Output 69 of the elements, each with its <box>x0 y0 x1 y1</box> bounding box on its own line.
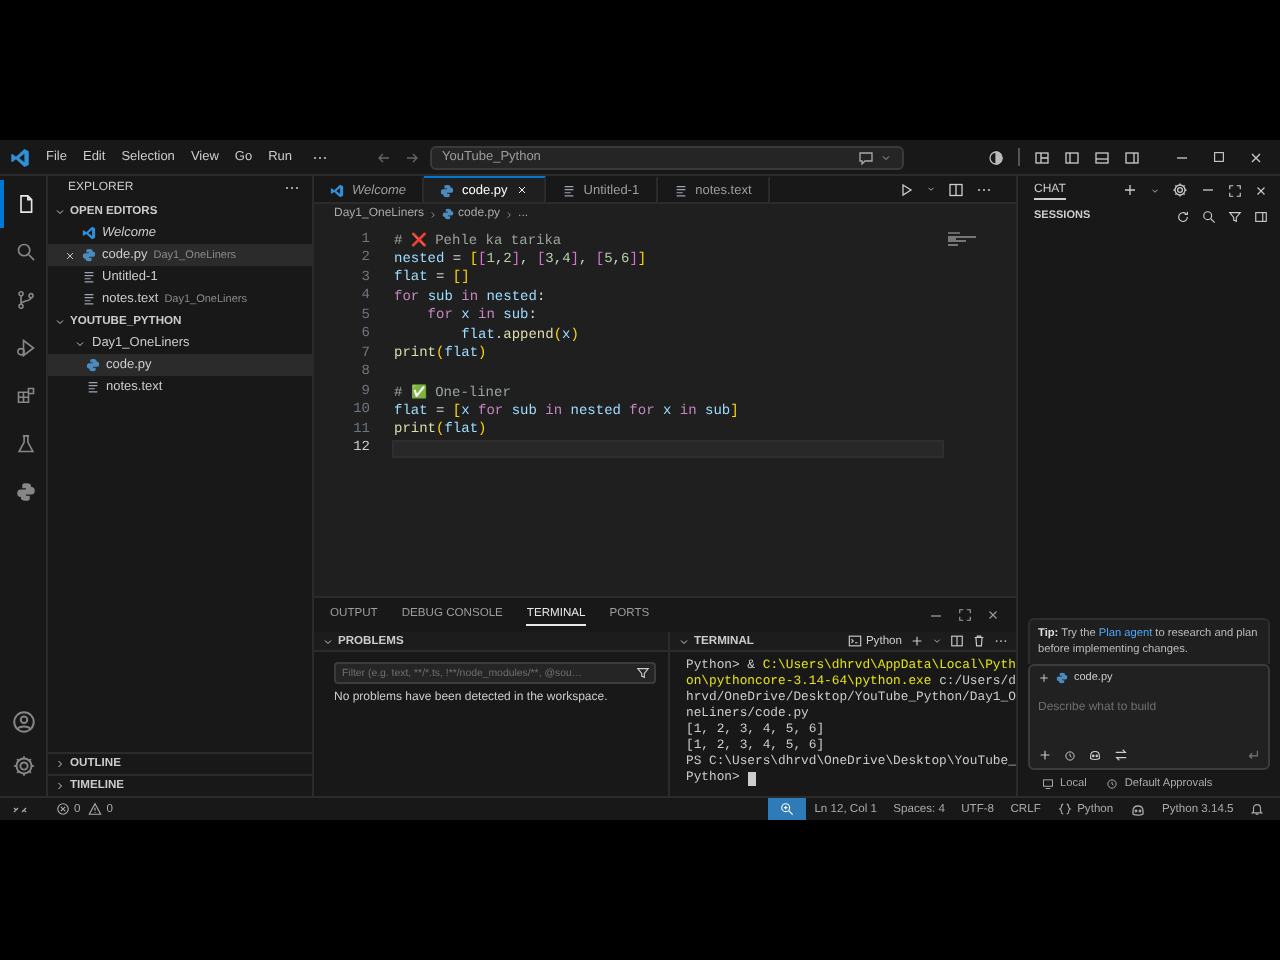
python-file-icon <box>442 208 455 220</box>
robot-icon[interactable] <box>1129 801 1146 817</box>
text-file-icon <box>673 183 688 197</box>
monitor-icon <box>1042 778 1054 790</box>
braces-icon <box>1057 802 1072 816</box>
python-file-icon <box>86 358 100 372</box>
trash-icon[interactable] <box>972 634 986 648</box>
zoom-icon <box>780 802 794 816</box>
text-file-icon <box>561 183 576 197</box>
bell-icon[interactable] <box>1249 802 1264 816</box>
chevron-down-icon[interactable] <box>926 184 936 194</box>
refresh-icon[interactable] <box>1176 209 1190 223</box>
plus-icon[interactable] <box>1038 748 1052 762</box>
chevron-down-icon[interactable] <box>678 635 690 647</box>
robot-icon[interactable] <box>1088 748 1102 762</box>
toggle-sidebar-icon[interactable] <box>1064 149 1080 165</box>
vscode-logo-icon <box>10 147 30 167</box>
zoom-button[interactable] <box>768 798 806 820</box>
half-circle-icon[interactable] <box>988 149 1004 165</box>
clock-icon <box>1106 778 1119 790</box>
vscode-logo-icon <box>82 226 96 240</box>
text-file-icon <box>86 380 100 394</box>
add-context-icon[interactable] <box>1038 672 1050 684</box>
chevron-down-icon <box>880 151 893 163</box>
chat-icon <box>858 149 875 165</box>
python-file-icon <box>439 183 454 197</box>
back-arrow-icon[interactable] <box>376 149 393 165</box>
send-icon[interactable] <box>1246 748 1260 762</box>
close-icon[interactable] <box>1254 183 1268 197</box>
chevron-down-icon[interactable] <box>1150 185 1160 195</box>
filter-icon[interactable] <box>1228 209 1242 223</box>
chevron-down-icon <box>54 315 66 327</box>
split-editor-icon[interactable] <box>948 181 964 197</box>
warning-icon <box>88 802 103 816</box>
chevron-right-icon <box>428 209 439 219</box>
chevron-down-icon <box>54 205 66 217</box>
panel-icon[interactable] <box>1254 209 1268 223</box>
chevron-right-icon <box>504 209 515 219</box>
close-panel-icon[interactable] <box>986 608 1000 622</box>
filter-icon[interactable] <box>636 666 650 680</box>
close-icon[interactable] <box>1248 149 1264 165</box>
maximize-panel-icon[interactable] <box>958 608 972 622</box>
layout-icon[interactable] <box>1034 149 1050 165</box>
close-icon[interactable] <box>63 249 75 261</box>
chevron-down-icon[interactable] <box>932 636 942 646</box>
toggle-secondary-sidebar-icon[interactable] <box>1124 149 1140 165</box>
maximize-icon[interactable] <box>1228 183 1242 197</box>
chevron-down-icon[interactable] <box>322 635 334 647</box>
split-terminal-icon[interactable] <box>950 634 964 648</box>
swap-icon[interactable] <box>1114 748 1128 762</box>
run-icon[interactable] <box>898 181 914 197</box>
toggle-panel-icon[interactable] <box>1094 149 1110 165</box>
maximize-icon[interactable] <box>1212 150 1226 164</box>
settings-icon[interactable] <box>1172 182 1188 198</box>
text-file-icon <box>82 270 96 284</box>
new-chat-icon[interactable] <box>1122 182 1138 198</box>
settings-icon[interactable] <box>11 754 35 778</box>
minimap-drawing <box>948 232 980 248</box>
search-icon[interactable] <box>1202 209 1216 223</box>
python-file-icon <box>82 248 96 262</box>
terminal-icon <box>847 634 862 648</box>
plus-icon[interactable] <box>910 634 924 648</box>
account-icon[interactable] <box>11 710 35 734</box>
error-icon <box>56 802 70 816</box>
vscode-logo-icon <box>330 183 344 197</box>
text-file-icon <box>82 292 96 306</box>
python-file-icon <box>1056 672 1068 684</box>
forward-arrow-icon[interactable] <box>404 149 421 165</box>
history-icon[interactable] <box>1064 749 1076 761</box>
